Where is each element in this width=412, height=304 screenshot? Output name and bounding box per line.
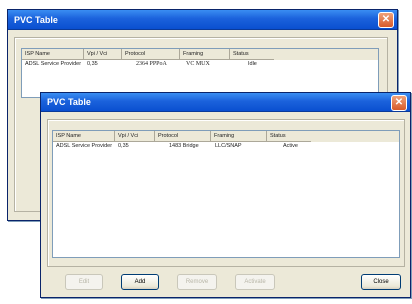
close-button[interactable]: Close <box>361 274 401 290</box>
window-title: PVC Table <box>14 15 58 25</box>
table-row[interactable]: ADSL Service Provider 0,35 1483 Bridge L… <box>53 142 399 150</box>
add-button[interactable]: Add <box>121 274 159 290</box>
column-header-status[interactable]: Status <box>230 49 274 60</box>
titlebar: PVC Table ✕ <box>8 10 397 30</box>
column-header-vpi-vci[interactable]: Vpi / Vci <box>115 131 155 142</box>
column-header-vpi-vci[interactable]: Vpi / Vci <box>84 49 122 60</box>
pvc-table-window-front: PVC Table ✕ ISP Name Vpi / Vci Protocol … <box>40 92 411 298</box>
column-header-isp-name[interactable]: ISP Name <box>53 131 115 142</box>
column-header-protocol[interactable]: Protocol <box>155 131 211 142</box>
cell-vpi-vci: 0,35 <box>118 143 129 149</box>
close-icon[interactable]: ✕ <box>378 12 394 28</box>
remove-button[interactable]: Remove <box>177 274 217 290</box>
column-header-isp-name[interactable]: ISP Name <box>22 49 84 60</box>
column-header-framing[interactable]: Framing <box>211 131 267 142</box>
cell-status: Idle <box>248 61 257 67</box>
edit-button[interactable]: Edit <box>65 274 103 290</box>
cell-isp-name: ADSL Service Provider <box>25 61 82 67</box>
cell-vpi-vci: 0,35 <box>87 61 98 67</box>
cell-framing: VC MUX <box>186 61 210 67</box>
cell-status: Active <box>283 143 298 149</box>
list-header: ISP Name Vpi / Vci Protocol Framing Stat… <box>22 49 378 60</box>
group-box: ISP Name Vpi / Vci Protocol Framing Stat… <box>47 119 405 267</box>
pvc-list[interactable]: ISP Name Vpi / Vci Protocol Framing Stat… <box>52 130 400 258</box>
table-row[interactable]: ADSL Service Provider 0,35 2364 PPPoA VC… <box>22 60 378 68</box>
column-header-protocol[interactable]: Protocol <box>122 49 180 60</box>
cell-protocol: 2364 PPPoA <box>136 61 167 67</box>
cell-framing: LLC/SNAP <box>215 143 242 149</box>
window-title: PVC Table <box>47 97 91 107</box>
cell-isp-name: ADSL Service Provider <box>56 143 113 149</box>
pvc-list[interactable]: ISP Name Vpi / Vci Protocol Framing Stat… <box>21 48 379 98</box>
column-header-framing[interactable]: Framing <box>180 49 230 60</box>
cell-protocol: 1483 Bridge <box>169 143 199 149</box>
close-icon[interactable]: ✕ <box>391 95 407 111</box>
titlebar: PVC Table ✕ <box>41 93 410 112</box>
column-header-status[interactable]: Status <box>267 131 311 142</box>
activate-button[interactable]: Activate <box>235 274 275 290</box>
list-header: ISP Name Vpi / Vci Protocol Framing Stat… <box>53 131 399 142</box>
